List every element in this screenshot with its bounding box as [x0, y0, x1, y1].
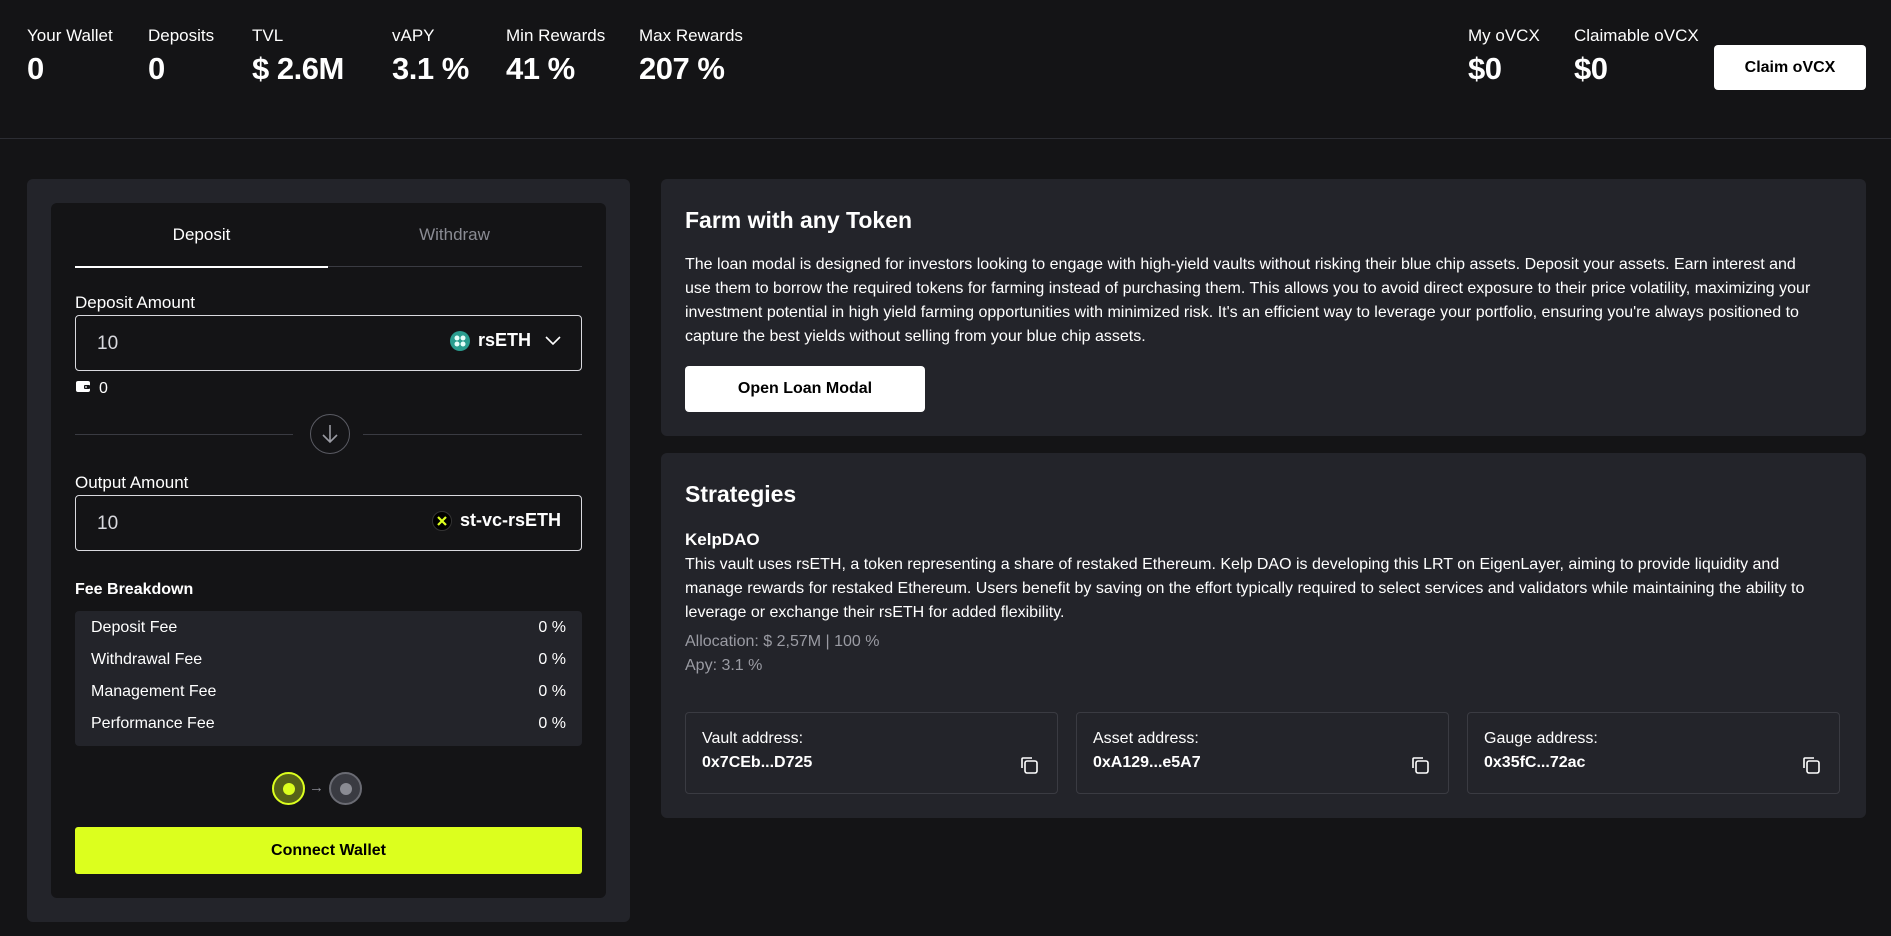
- fee-row: Deposit Fee 0 %: [91, 619, 566, 637]
- progress-steps: →: [272, 772, 382, 806]
- asset-address-box: Asset address: 0xA129...e5A7: [1076, 712, 1449, 794]
- deposit-amount-input[interactable]: 10 rsETH: [75, 315, 582, 371]
- deposit-token-name: rsETH: [477, 330, 531, 350]
- stat-tvl: TVL $ 2.6M: [252, 26, 344, 88]
- fee-row: Performance Fee 0 %: [91, 715, 566, 733]
- tab-bar: Deposit Withdraw: [75, 203, 582, 268]
- rseth-token-icon: [449, 330, 470, 351]
- stat-label: Min Rewards: [506, 26, 606, 45]
- fee-row: Management Fee 0 %: [91, 683, 566, 701]
- output-token-name: st-vc-rsETH: [459, 510, 561, 530]
- fee-breakdown-title: Fee Breakdown: [75, 581, 194, 598]
- fee-label: Performance Fee: [91, 715, 215, 732]
- copy-icon[interactable]: [1801, 755, 1821, 775]
- stat-value: 0: [148, 51, 165, 86]
- farm-title: Farm with any Token: [685, 207, 913, 233]
- stat-value: $0: [1574, 51, 1608, 86]
- arrow-down-icon[interactable]: [310, 414, 350, 454]
- stat-value: 207 %: [639, 51, 725, 86]
- wallet-balance: 0: [75, 379, 108, 398]
- stat-label: Max Rewards: [639, 26, 743, 45]
- divider-right: [363, 434, 582, 435]
- fee-row: Withdrawal Fee 0 %: [91, 651, 566, 669]
- step-1-indicator: [272, 772, 305, 805]
- copy-icon[interactable]: [1019, 755, 1039, 775]
- wallet-balance-value: 0: [99, 379, 108, 397]
- fee-breakdown-table: Deposit Fee 0 % Withdrawal Fee 0 % Manag…: [75, 611, 582, 746]
- open-loan-modal-button[interactable]: Open Loan Modal: [685, 366, 925, 412]
- stat-deposits: Deposits 0: [148, 26, 214, 88]
- copy-icon[interactable]: [1410, 755, 1430, 775]
- address-value: 0x35fC...72ac: [1484, 754, 1586, 771]
- fee-value: 0 %: [538, 715, 566, 732]
- stat-value: $0: [1468, 51, 1502, 86]
- strategy-description: This vault uses rsETH, a token represent…: [685, 556, 1805, 621]
- claim-ovcx-button[interactable]: Claim oVCX: [1714, 45, 1866, 90]
- step-2-indicator: [329, 772, 362, 805]
- strategy-apy: Apy: 3.1 %: [685, 657, 763, 674]
- fee-label: Withdrawal Fee: [91, 651, 203, 668]
- output-amount-input[interactable]: 10 st-vc-rsETH: [75, 495, 582, 551]
- output-token: st-vc-rsETH: [431, 510, 561, 531]
- deposit-amount-label: Deposit Amount: [75, 293, 196, 312]
- stat-value: 41 %: [506, 51, 575, 86]
- tab-withdraw[interactable]: Withdraw: [328, 203, 581, 267]
- stat-my-ovcx: My oVCX $0: [1468, 26, 1540, 88]
- strategy-allocation: Allocation: $ 2,57M | 100 %: [685, 633, 880, 650]
- address-value: 0xA129...e5A7: [1093, 754, 1201, 771]
- divider-left: [75, 434, 293, 435]
- gauge-address-box: Gauge address: 0x35fC...72ac: [1467, 712, 1840, 794]
- stat-label: TVL: [252, 26, 284, 45]
- wallet-icon: [75, 379, 91, 398]
- address-value: 0x7CEb...D725: [702, 754, 813, 771]
- stat-claimable-ovcx: Claimable oVCX $0: [1574, 26, 1699, 88]
- stat-label: Claimable oVCX: [1574, 26, 1699, 45]
- deposit-token-select[interactable]: rsETH: [449, 330, 561, 351]
- fee-label: Management Fee: [91, 683, 217, 700]
- stat-min-rewards: Min Rewards 41 %: [506, 26, 605, 88]
- output-amount-value: 10: [97, 513, 119, 534]
- fee-value: 0 %: [538, 619, 566, 636]
- arrow-right-icon: →: [309, 779, 324, 796]
- vault-address-box: Vault address: 0x7CEb...D725: [685, 712, 1058, 794]
- chevron-down-icon[interactable]: [545, 330, 561, 351]
- stat-value: 3.1 %: [392, 51, 469, 86]
- deposit-amount-value[interactable]: 10: [97, 333, 118, 355]
- farm-description: The loan modal is designed for investors…: [685, 256, 1811, 345]
- stat-vapy: vAPY 3.1 %: [392, 26, 469, 88]
- farm-card: Farm with any Token The loan modal is de…: [661, 179, 1866, 436]
- tab-deposit[interactable]: Deposit: [75, 203, 328, 268]
- connect-wallet-button[interactable]: Connect Wallet: [75, 827, 582, 874]
- deposit-panel: Deposit Withdraw Deposit Amount 10 rsETH…: [27, 179, 630, 922]
- strategies-card: Strategies KelpDAO This vault uses rsETH…: [661, 453, 1866, 818]
- st-vc-rseth-token-icon: [431, 510, 452, 531]
- address-label: Asset address:: [1093, 730, 1199, 747]
- stat-label: Your Wallet: [27, 26, 113, 45]
- address-label: Gauge address:: [1484, 730, 1598, 747]
- stat-label: vAPY: [392, 26, 435, 45]
- address-label: Vault address:: [702, 730, 804, 747]
- stat-label: Deposits: [148, 26, 215, 45]
- strategies-title: Strategies: [685, 481, 797, 507]
- output-amount-label: Output Amount: [75, 473, 189, 492]
- stat-label: My oVCX: [1468, 26, 1540, 45]
- stat-your-wallet: Your Wallet 0: [27, 26, 113, 88]
- strategy-name: KelpDAO: [685, 530, 760, 549]
- stat-value: $ 2.6M: [252, 51, 344, 86]
- fee-value: 0 %: [538, 651, 566, 668]
- stat-max-rewards: Max Rewards 207 %: [639, 26, 743, 88]
- fee-value: 0 %: [538, 683, 566, 700]
- stat-value: 0: [27, 51, 44, 86]
- deposit-form: Deposit Withdraw Deposit Amount 10 rsETH…: [51, 203, 606, 898]
- stats-bar: Your Wallet 0 Deposits 0 TVL $ 2.6M vAPY…: [0, 0, 1891, 139]
- fee-label: Deposit Fee: [91, 619, 178, 636]
